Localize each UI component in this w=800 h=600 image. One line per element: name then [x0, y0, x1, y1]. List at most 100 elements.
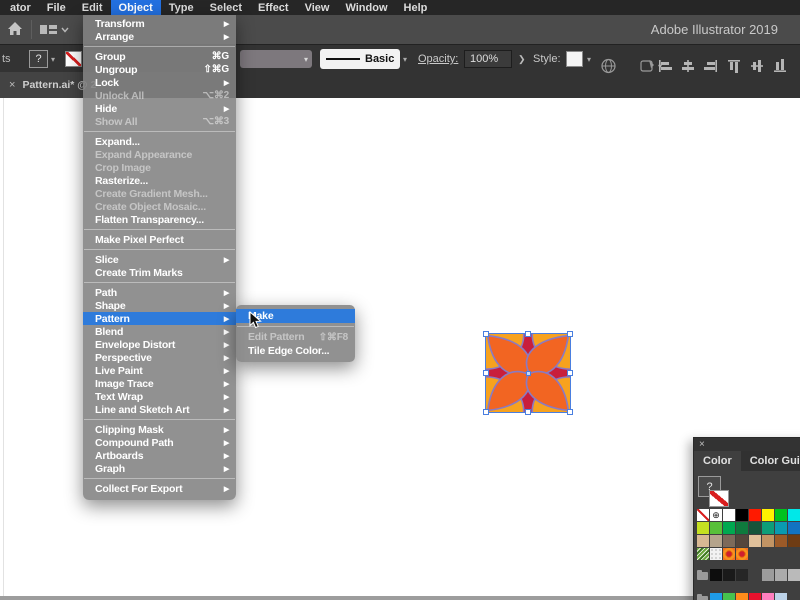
swatch-color[interactable]	[788, 569, 800, 581]
object-menu-item-create-trim-marks[interactable]: Create Trim Marks	[83, 266, 236, 279]
swatch-color[interactable]	[723, 535, 735, 547]
menubar-item-file[interactable]: File	[39, 0, 74, 15]
swatch-pattern-flower[interactable]	[723, 548, 735, 560]
panel-tab-color-guide[interactable]: Color Guide	[741, 451, 800, 471]
swatch-color[interactable]	[749, 535, 761, 547]
swatch-color[interactable]	[788, 535, 800, 547]
object-menu-item-flatten-transparency[interactable]: Flatten Transparency...	[83, 213, 236, 226]
object-menu-item-pattern[interactable]: Pattern▶	[83, 312, 236, 325]
object-menu-item-blend[interactable]: Blend▶	[83, 325, 236, 338]
panel-tab-color[interactable]: Color	[694, 451, 741, 471]
swatch-color[interactable]	[775, 569, 787, 581]
selection-handle[interactable]	[567, 370, 573, 376]
swatch-color[interactable]	[762, 593, 774, 600]
object-menu-item-artboards[interactable]: Artboards▶	[83, 449, 236, 462]
selection-center-handle[interactable]	[526, 371, 531, 376]
menubar-item-object[interactable]: Object	[111, 0, 161, 15]
swatch-color[interactable]	[723, 569, 735, 581]
swatch-color[interactable]	[697, 535, 709, 547]
swatch-pattern-flower[interactable]	[736, 548, 748, 560]
object-menu-item-rasterize[interactable]: Rasterize...	[83, 174, 236, 187]
swatch-color[interactable]	[736, 569, 748, 581]
object-menu-item-hide[interactable]: Hide▶	[83, 102, 236, 115]
swatch-pattern-speckle[interactable]	[697, 548, 709, 560]
object-menu-item-text-wrap[interactable]: Text Wrap▶	[83, 390, 236, 403]
selection-handle[interactable]	[483, 331, 489, 337]
selection-handle[interactable]	[525, 409, 531, 415]
swatch-color[interactable]	[788, 509, 800, 521]
swatch-none[interactable]	[697, 509, 709, 521]
swatch-color[interactable]	[723, 522, 735, 534]
swatch-color[interactable]	[749, 593, 761, 600]
opacity-input[interactable]: 100%	[464, 50, 512, 68]
swatch-color[interactable]	[710, 593, 722, 600]
object-menu-item-graph[interactable]: Graph▶	[83, 462, 236, 475]
object-menu-item-lock[interactable]: Lock▶	[83, 76, 236, 89]
vertical-align-top-icon[interactable]	[727, 59, 741, 73]
swatch-color[interactable]	[749, 522, 761, 534]
swatch-color[interactable]	[762, 509, 774, 521]
object-menu-item-collect-for-export[interactable]: Collect For Export▶	[83, 482, 236, 495]
swatch-color[interactable]	[775, 522, 787, 534]
menubar-item-help[interactable]: Help	[396, 0, 436, 15]
selection-handle[interactable]	[483, 370, 489, 376]
horizontal-align-right-icon[interactable]	[704, 59, 718, 73]
document-setup-icon[interactable]	[601, 52, 616, 80]
swatch-color[interactable]	[749, 509, 761, 521]
selection-handle[interactable]	[483, 409, 489, 415]
pattern-artwork[interactable]	[486, 334, 570, 412]
menubar-item-ator[interactable]: ator	[2, 0, 39, 15]
object-menu-item-slice[interactable]: Slice▶	[83, 253, 236, 266]
stroke-color-well-none[interactable]	[65, 51, 82, 67]
menubar-item-view[interactable]: View	[297, 0, 338, 15]
object-menu-item-group[interactable]: Group⌘G	[83, 50, 236, 63]
style-chevron-down-icon[interactable]: ▾	[587, 45, 591, 73]
swatch-color[interactable]	[710, 535, 722, 547]
stroke-style-chevron-down-icon[interactable]: ▾	[403, 45, 407, 73]
horizontal-align-center-icon[interactable]	[681, 59, 695, 73]
object-menu-item-arrange[interactable]: Arrange▶	[83, 30, 236, 43]
swatch-color[interactable]	[775, 509, 787, 521]
swatch-color[interactable]	[762, 569, 774, 581]
object-menu-item-transform[interactable]: Transform▶	[83, 17, 236, 30]
swatch-color[interactable]	[697, 522, 709, 534]
brush-definition-dropdown[interactable]: ▾	[240, 50, 312, 68]
object-menu-item-expand[interactable]: Expand...	[83, 135, 236, 148]
object-menu-item-image-trace[interactable]: Image Trace▶	[83, 377, 236, 390]
swatch-color[interactable]	[710, 569, 722, 581]
swatch-color[interactable]	[736, 522, 748, 534]
object-menu-item-perspective[interactable]: Perspective▶	[83, 351, 236, 364]
selection-handle[interactable]	[567, 409, 573, 415]
swatch-color[interactable]	[775, 593, 787, 600]
menubar-item-edit[interactable]: Edit	[74, 0, 111, 15]
swatch-folder-icon[interactable]	[697, 593, 709, 600]
menubar-item-effect[interactable]: Effect	[250, 0, 297, 15]
object-menu-item-envelope-distort[interactable]: Envelope Distort▶	[83, 338, 236, 351]
object-menu-item-compound-path[interactable]: Compound Path▶	[83, 436, 236, 449]
swatch-color[interactable]	[788, 522, 800, 534]
object-menu-item-ungroup[interactable]: Ungroup⇧⌘G	[83, 63, 236, 76]
panel-close-icon[interactable]: ×	[699, 440, 705, 450]
object-menu-item-line-and-sketch-art[interactable]: Line and Sketch Art▶	[83, 403, 236, 416]
swatch-color[interactable]	[736, 535, 748, 547]
swatch-color[interactable]	[710, 522, 722, 534]
panel-stroke-well-none[interactable]	[709, 490, 729, 507]
swatch-folder-icon[interactable]	[697, 569, 709, 581]
object-menu-item-path[interactable]: Path▶	[83, 286, 236, 299]
opacity-stepper-icon[interactable]: ❯	[518, 45, 526, 73]
fill-chevron-down-icon[interactable]: ▾	[51, 45, 55, 73]
tab-close-icon[interactable]: ×	[9, 79, 15, 91]
menubar-item-window[interactable]: Window	[337, 0, 395, 15]
stroke-style-dropdown[interactable]: Basic	[320, 49, 400, 69]
swatch-color[interactable]	[736, 593, 748, 600]
swatch-color[interactable]	[762, 522, 774, 534]
arrange-documents-button[interactable]	[40, 23, 69, 36]
swatch-color[interactable]	[723, 509, 735, 521]
swatch-registration[interactable]: ⊕	[710, 509, 722, 521]
swatch-pattern-light[interactable]	[710, 548, 722, 560]
swatch-color[interactable]	[723, 593, 735, 600]
swatch-color[interactable]	[762, 535, 774, 547]
swatch-color[interactable]	[775, 535, 787, 547]
home-icon[interactable]	[7, 21, 23, 37]
menubar-item-type[interactable]: Type	[161, 0, 202, 15]
